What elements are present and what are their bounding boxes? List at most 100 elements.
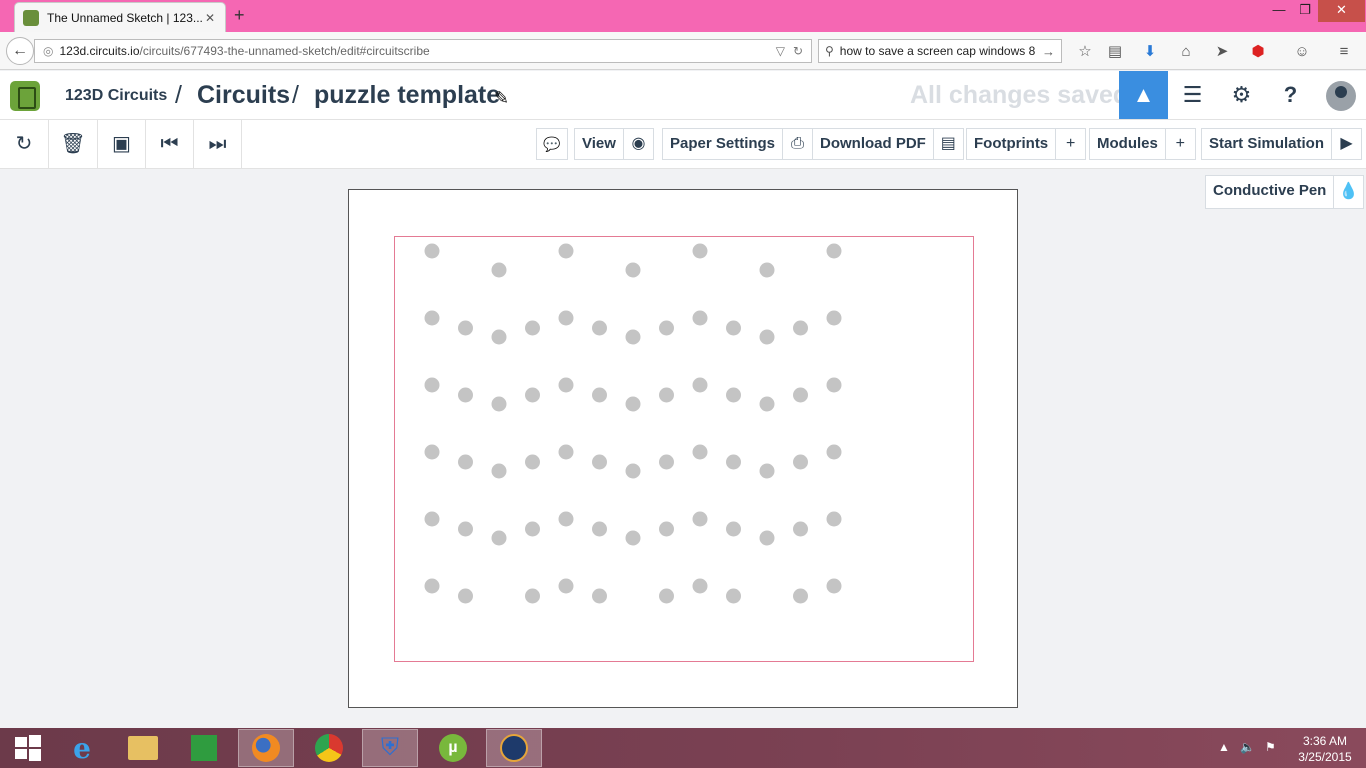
tray-expand-icon[interactable]: ▲ bbox=[1218, 740, 1230, 754]
security-button[interactable]: ⛨ bbox=[362, 729, 418, 767]
edit-pencil-icon[interactable]: ✎ bbox=[494, 88, 509, 109]
grid-dot bbox=[659, 320, 674, 336]
folder-icon bbox=[128, 736, 158, 760]
chrome-button[interactable] bbox=[301, 729, 357, 767]
download-pdf-button[interactable]: Download PDF ▤ bbox=[812, 128, 964, 160]
grid-dot bbox=[525, 521, 540, 537]
bookmark-star-icon[interactable]: ☆ bbox=[1075, 42, 1095, 62]
menu-icon[interactable]: ≡ bbox=[1334, 42, 1354, 62]
grid-dot bbox=[625, 262, 641, 278]
delete-button[interactable]: 🗑 bbox=[49, 120, 98, 168]
grid-dot bbox=[759, 396, 775, 412]
conductive-pen-button[interactable]: Conductive Pen 💧 bbox=[1205, 175, 1365, 209]
url-text: 123d.circuits.io/circuits/677493-the-unn… bbox=[59, 44, 775, 58]
grid-dot bbox=[558, 578, 574, 594]
media-app-button[interactable] bbox=[486, 729, 542, 767]
pdf-icon: ▤ bbox=[932, 129, 963, 159]
adblock-icon[interactable]: ⬢ bbox=[1248, 42, 1268, 62]
rotate-icon: ↻ bbox=[15, 133, 33, 155]
rotate-button[interactable]: ↻ bbox=[0, 120, 49, 168]
grid-dot bbox=[592, 387, 607, 403]
breadcrumb-separator: / bbox=[292, 81, 299, 109]
send-icon[interactable]: ➤ bbox=[1212, 42, 1232, 62]
reload-icon[interactable]: ↻ bbox=[793, 44, 803, 58]
app-logo-icon[interactable] bbox=[10, 81, 40, 111]
list-view-button[interactable]: ☰ bbox=[1168, 71, 1217, 119]
redo-button[interactable]: ⏭ bbox=[194, 120, 242, 168]
grid-dot bbox=[692, 511, 708, 527]
media-player-icon bbox=[500, 734, 528, 762]
fit-view-button[interactable]: ▣ bbox=[98, 120, 146, 168]
grid-dot bbox=[424, 578, 440, 594]
grid-dot bbox=[759, 463, 775, 479]
url-path: /circuits/677493-the-unnamed-sketch/edit… bbox=[139, 44, 430, 58]
settings-button[interactable]: ⚙ bbox=[1217, 71, 1266, 119]
paper-settings-button[interactable]: Paper Settings ⎙ bbox=[662, 128, 814, 160]
chrome-icon bbox=[315, 734, 343, 762]
modules-button[interactable]: Modules + bbox=[1089, 128, 1196, 160]
trash-icon: 🗑 bbox=[60, 133, 86, 155]
back-button[interactable]: ← bbox=[6, 37, 34, 65]
paper-settings-label: Paper Settings bbox=[670, 135, 776, 152]
help-button[interactable]: ? bbox=[1266, 71, 1315, 119]
utorrent-button[interactable]: µ bbox=[425, 729, 481, 767]
firefox-button[interactable] bbox=[238, 729, 294, 767]
globe-icon: ◎ bbox=[43, 44, 54, 58]
address-bar[interactable]: ◎ 123d.circuits.io/circuits/677493-the-u… bbox=[34, 39, 812, 63]
internet-explorer-button[interactable]: e bbox=[54, 729, 110, 767]
dropdown-arrow-icon[interactable]: ▽ bbox=[776, 44, 785, 58]
view-label: View bbox=[582, 135, 616, 152]
system-clock[interactable]: 3:36 AM 3/25/2015 bbox=[1290, 733, 1360, 765]
speech-bubbles-icon: 💬 bbox=[543, 136, 561, 152]
avatar[interactable] bbox=[1326, 81, 1356, 111]
store-button[interactable] bbox=[176, 729, 232, 767]
reading-list-icon[interactable]: ▤ bbox=[1105, 42, 1125, 62]
grid-dot bbox=[558, 444, 574, 460]
view-button[interactable]: View ◉ bbox=[574, 128, 654, 160]
breadcrumb-circuits[interactable]: Circuits bbox=[197, 81, 290, 110]
grid-dot bbox=[726, 454, 741, 470]
new-tab-button[interactable]: + bbox=[234, 5, 245, 26]
grid-dot bbox=[625, 463, 641, 479]
home-icon[interactable]: ⌂ bbox=[1176, 42, 1196, 62]
brand-name[interactable]: 123D Circuits bbox=[65, 87, 167, 105]
footprints-button[interactable]: Footprints + bbox=[966, 128, 1087, 160]
page-title: puzzle template bbox=[314, 81, 501, 109]
tab-close-icon[interactable]: ✕ bbox=[203, 11, 217, 25]
search-go-icon[interactable]: → bbox=[1042, 44, 1055, 59]
app-header: 123D Circuits / Circuits / puzzle templa… bbox=[0, 71, 1366, 120]
grid-dot bbox=[692, 310, 708, 326]
grid-dot bbox=[826, 511, 842, 527]
grid-dot bbox=[525, 588, 540, 604]
search-bar[interactable]: ⚲ how to save a screen cap windows 8 → bbox=[818, 39, 1062, 63]
grid-dot bbox=[793, 320, 808, 336]
skip-forward-icon: ⏭ bbox=[208, 133, 227, 155]
grid-dot bbox=[826, 243, 842, 259]
search-text: how to save a screen cap windows 8 bbox=[839, 44, 1036, 58]
window-minimize-button[interactable]: — bbox=[1267, 0, 1291, 22]
arrow-left-icon: ← bbox=[12, 42, 28, 59]
start-simulation-button[interactable]: Start Simulation ▶ bbox=[1201, 128, 1363, 160]
grid-dot bbox=[424, 377, 440, 393]
circuit-view-button[interactable]: ▲ bbox=[1119, 71, 1168, 119]
plus-icon: + bbox=[1164, 129, 1195, 159]
printer-icon: ⎙ bbox=[782, 129, 812, 159]
volume-icon[interactable]: 🔈 bbox=[1240, 740, 1255, 754]
start-button[interactable] bbox=[0, 729, 56, 767]
download-icon[interactable]: ⬇ bbox=[1140, 42, 1160, 62]
window-restore-button[interactable]: ❐ bbox=[1293, 0, 1317, 22]
browser-tab[interactable]: The Unnamed Sketch | 123... ✕ bbox=[14, 2, 226, 32]
grid-dot bbox=[726, 521, 741, 537]
dot-grid bbox=[424, 243, 842, 604]
undo-button[interactable]: ⏮ bbox=[146, 120, 194, 168]
comments-button[interactable]: 💬 bbox=[536, 128, 568, 160]
paper-canvas[interactable] bbox=[348, 189, 1018, 708]
skip-back-icon: ⏮ bbox=[160, 133, 179, 155]
file-explorer-button[interactable] bbox=[115, 729, 171, 767]
grid-dot bbox=[491, 262, 507, 278]
flag-icon[interactable]: ⚑ bbox=[1265, 740, 1276, 754]
url-host: 123d.circuits.io bbox=[59, 44, 140, 58]
browser-nav-bar: ← ◎ 123d.circuits.io/circuits/677493-the… bbox=[0, 32, 1366, 70]
window-close-button[interactable]: ✕ bbox=[1318, 0, 1365, 22]
smiley-icon[interactable]: ☺ bbox=[1292, 42, 1312, 62]
